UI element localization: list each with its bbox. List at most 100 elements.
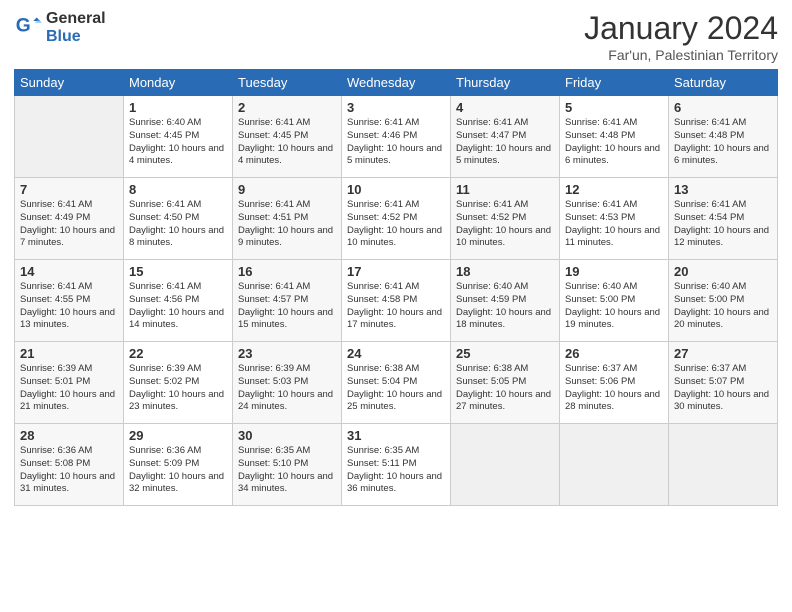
day-number: 19 [565, 264, 663, 279]
week-row-5: 28 Sunrise: 6:36 AM Sunset: 5:08 PM Dayli… [15, 424, 778, 506]
week-row-2: 7 Sunrise: 6:41 AM Sunset: 4:49 PM Daylig… [15, 178, 778, 260]
day-number: 8 [129, 182, 227, 197]
day-info: Sunrise: 6:41 AM Sunset: 4:57 PM Dayligh… [238, 281, 336, 332]
day-info: Sunrise: 6:41 AM Sunset: 4:51 PM Dayligh… [238, 199, 336, 250]
day-number: 7 [20, 182, 118, 197]
day-info: Sunrise: 6:41 AM Sunset: 4:45 PM Dayligh… [238, 117, 336, 168]
week-row-3: 14 Sunrise: 6:41 AM Sunset: 4:55 PM Dayli… [15, 260, 778, 342]
title-location: Far'un, Palestinian Territory [584, 47, 778, 63]
day-number: 11 [456, 182, 554, 197]
day-info: Sunrise: 6:39 AM Sunset: 5:01 PM Dayligh… [20, 363, 118, 414]
day-info: Sunrise: 6:40 AM Sunset: 5:00 PM Dayligh… [674, 281, 772, 332]
day-info: Sunrise: 6:41 AM Sunset: 4:54 PM Dayligh… [674, 199, 772, 250]
day-info: Sunrise: 6:36 AM Sunset: 5:09 PM Dayligh… [129, 445, 227, 496]
day-cell: 20 Sunrise: 6:40 AM Sunset: 5:00 PM Dayli… [669, 260, 778, 342]
day-cell [560, 424, 669, 506]
col-thursday: Thursday [451, 70, 560, 96]
day-cell: 13 Sunrise: 6:41 AM Sunset: 4:54 PM Dayli… [669, 178, 778, 260]
day-info: Sunrise: 6:41 AM Sunset: 4:55 PM Dayligh… [20, 281, 118, 332]
day-cell: 22 Sunrise: 6:39 AM Sunset: 5:02 PM Dayli… [124, 342, 233, 424]
day-cell: 23Sunrise: 6:39 AM Sunset: 5:03 PM Dayli… [233, 342, 342, 424]
day-cell: 7 Sunrise: 6:41 AM Sunset: 4:49 PM Daylig… [15, 178, 124, 260]
day-number: 15 [129, 264, 227, 279]
day-cell: 17Sunrise: 6:41 AM Sunset: 4:58 PM Dayli… [342, 260, 451, 342]
header-row: Sunday Monday Tuesday Wednesday Thursday… [15, 70, 778, 96]
day-info: Sunrise: 6:41 AM Sunset: 4:56 PM Dayligh… [129, 281, 227, 332]
calendar-page: G General Blue January 2024 Far'un, Pale… [0, 0, 792, 612]
day-cell: 29 Sunrise: 6:36 AM Sunset: 5:09 PM Dayli… [124, 424, 233, 506]
day-info: Sunrise: 6:38 AM Sunset: 5:04 PM Dayligh… [347, 363, 445, 414]
day-number: 10 [347, 182, 445, 197]
day-cell: 9 Sunrise: 6:41 AM Sunset: 4:51 PM Daylig… [233, 178, 342, 260]
day-number: 22 [129, 346, 227, 361]
day-number: 3 [347, 100, 445, 115]
day-cell: 11 Sunrise: 6:41 AM Sunset: 4:52 PM Dayli… [451, 178, 560, 260]
day-number: 18 [456, 264, 554, 279]
day-cell: 28 Sunrise: 6:36 AM Sunset: 5:08 PM Dayli… [15, 424, 124, 506]
day-cell: 31 Sunrise: 6:35 AM Sunset: 5:11 PM Dayli… [342, 424, 451, 506]
day-number: 13 [674, 182, 772, 197]
day-number: 16 [238, 264, 336, 279]
day-cell: 4Sunrise: 6:41 AM Sunset: 4:47 PM Daylig… [451, 96, 560, 178]
day-cell: 15 Sunrise: 6:41 AM Sunset: 4:56 PM Dayli… [124, 260, 233, 342]
week-row-4: 21Sunrise: 6:39 AM Sunset: 5:01 PM Dayli… [15, 342, 778, 424]
day-cell: 25 Sunrise: 6:38 AM Sunset: 5:05 PM Dayli… [451, 342, 560, 424]
day-info: Sunrise: 6:41 AM Sunset: 4:52 PM Dayligh… [456, 199, 554, 250]
day-cell: 26Sunrise: 6:37 AM Sunset: 5:06 PM Dayli… [560, 342, 669, 424]
day-info: Sunrise: 6:36 AM Sunset: 5:08 PM Dayligh… [20, 445, 118, 496]
day-number: 9 [238, 182, 336, 197]
day-info: Sunrise: 6:41 AM Sunset: 4:49 PM Dayligh… [20, 199, 118, 250]
day-number: 1 [129, 100, 227, 115]
logo-text: General Blue [46, 10, 106, 45]
week-row-1: 1Sunrise: 6:40 AM Sunset: 4:45 PM Daylig… [15, 96, 778, 178]
day-info: Sunrise: 6:41 AM Sunset: 4:52 PM Dayligh… [347, 199, 445, 250]
day-number: 14 [20, 264, 118, 279]
col-friday: Friday [560, 70, 669, 96]
header: G General Blue January 2024 Far'un, Pale… [14, 10, 778, 63]
day-cell [669, 424, 778, 506]
col-wednesday: Wednesday [342, 70, 451, 96]
day-info: Sunrise: 6:37 AM Sunset: 5:07 PM Dayligh… [674, 363, 772, 414]
day-number: 23 [238, 346, 336, 361]
day-cell: 14 Sunrise: 6:41 AM Sunset: 4:55 PM Dayli… [15, 260, 124, 342]
day-number: 30 [238, 428, 336, 443]
day-number: 31 [347, 428, 445, 443]
day-info: Sunrise: 6:38 AM Sunset: 5:05 PM Dayligh… [456, 363, 554, 414]
col-monday: Monday [124, 70, 233, 96]
day-info: Sunrise: 6:39 AM Sunset: 5:02 PM Dayligh… [129, 363, 227, 414]
day-cell: 18 Sunrise: 6:40 AM Sunset: 4:59 PM Dayli… [451, 260, 560, 342]
col-saturday: Saturday [669, 70, 778, 96]
calendar-table: Sunday Monday Tuesday Wednesday Thursday… [14, 69, 778, 506]
day-cell: 2 Sunrise: 6:41 AM Sunset: 4:45 PM Daylig… [233, 96, 342, 178]
day-number: 2 [238, 100, 336, 115]
day-number: 12 [565, 182, 663, 197]
day-info: Sunrise: 6:35 AM Sunset: 5:11 PM Dayligh… [347, 445, 445, 496]
day-number: 25 [456, 346, 554, 361]
day-cell: 16 Sunrise: 6:41 AM Sunset: 4:57 PM Dayli… [233, 260, 342, 342]
day-number: 24 [347, 346, 445, 361]
day-cell: 27Sunrise: 6:37 AM Sunset: 5:07 PM Dayli… [669, 342, 778, 424]
day-info: Sunrise: 6:40 AM Sunset: 4:59 PM Dayligh… [456, 281, 554, 332]
day-cell: 5Sunrise: 6:41 AM Sunset: 4:48 PM Daylig… [560, 96, 669, 178]
day-cell: 21Sunrise: 6:39 AM Sunset: 5:01 PM Dayli… [15, 342, 124, 424]
day-number: 6 [674, 100, 772, 115]
title-month: January 2024 [584, 10, 778, 47]
day-cell: 30Sunrise: 6:35 AM Sunset: 5:10 PM Dayli… [233, 424, 342, 506]
day-cell: 6 Sunrise: 6:41 AM Sunset: 4:48 PM Daylig… [669, 96, 778, 178]
day-number: 4 [456, 100, 554, 115]
day-cell: 1Sunrise: 6:40 AM Sunset: 4:45 PM Daylig… [124, 96, 233, 178]
col-tuesday: Tuesday [233, 70, 342, 96]
day-info: Sunrise: 6:41 AM Sunset: 4:48 PM Dayligh… [674, 117, 772, 168]
day-cell: 24 Sunrise: 6:38 AM Sunset: 5:04 PM Dayli… [342, 342, 451, 424]
day-number: 29 [129, 428, 227, 443]
day-info: Sunrise: 6:37 AM Sunset: 5:06 PM Dayligh… [565, 363, 663, 414]
logo-blue: Blue [46, 28, 106, 46]
day-cell [15, 96, 124, 178]
day-cell: 12Sunrise: 6:41 AM Sunset: 4:53 PM Dayli… [560, 178, 669, 260]
svg-text:G: G [16, 15, 31, 36]
day-number: 28 [20, 428, 118, 443]
day-cell: 8Sunrise: 6:41 AM Sunset: 4:50 PM Daylig… [124, 178, 233, 260]
day-cell: 19Sunrise: 6:40 AM Sunset: 5:00 PM Dayli… [560, 260, 669, 342]
day-number: 20 [674, 264, 772, 279]
day-cell [451, 424, 560, 506]
